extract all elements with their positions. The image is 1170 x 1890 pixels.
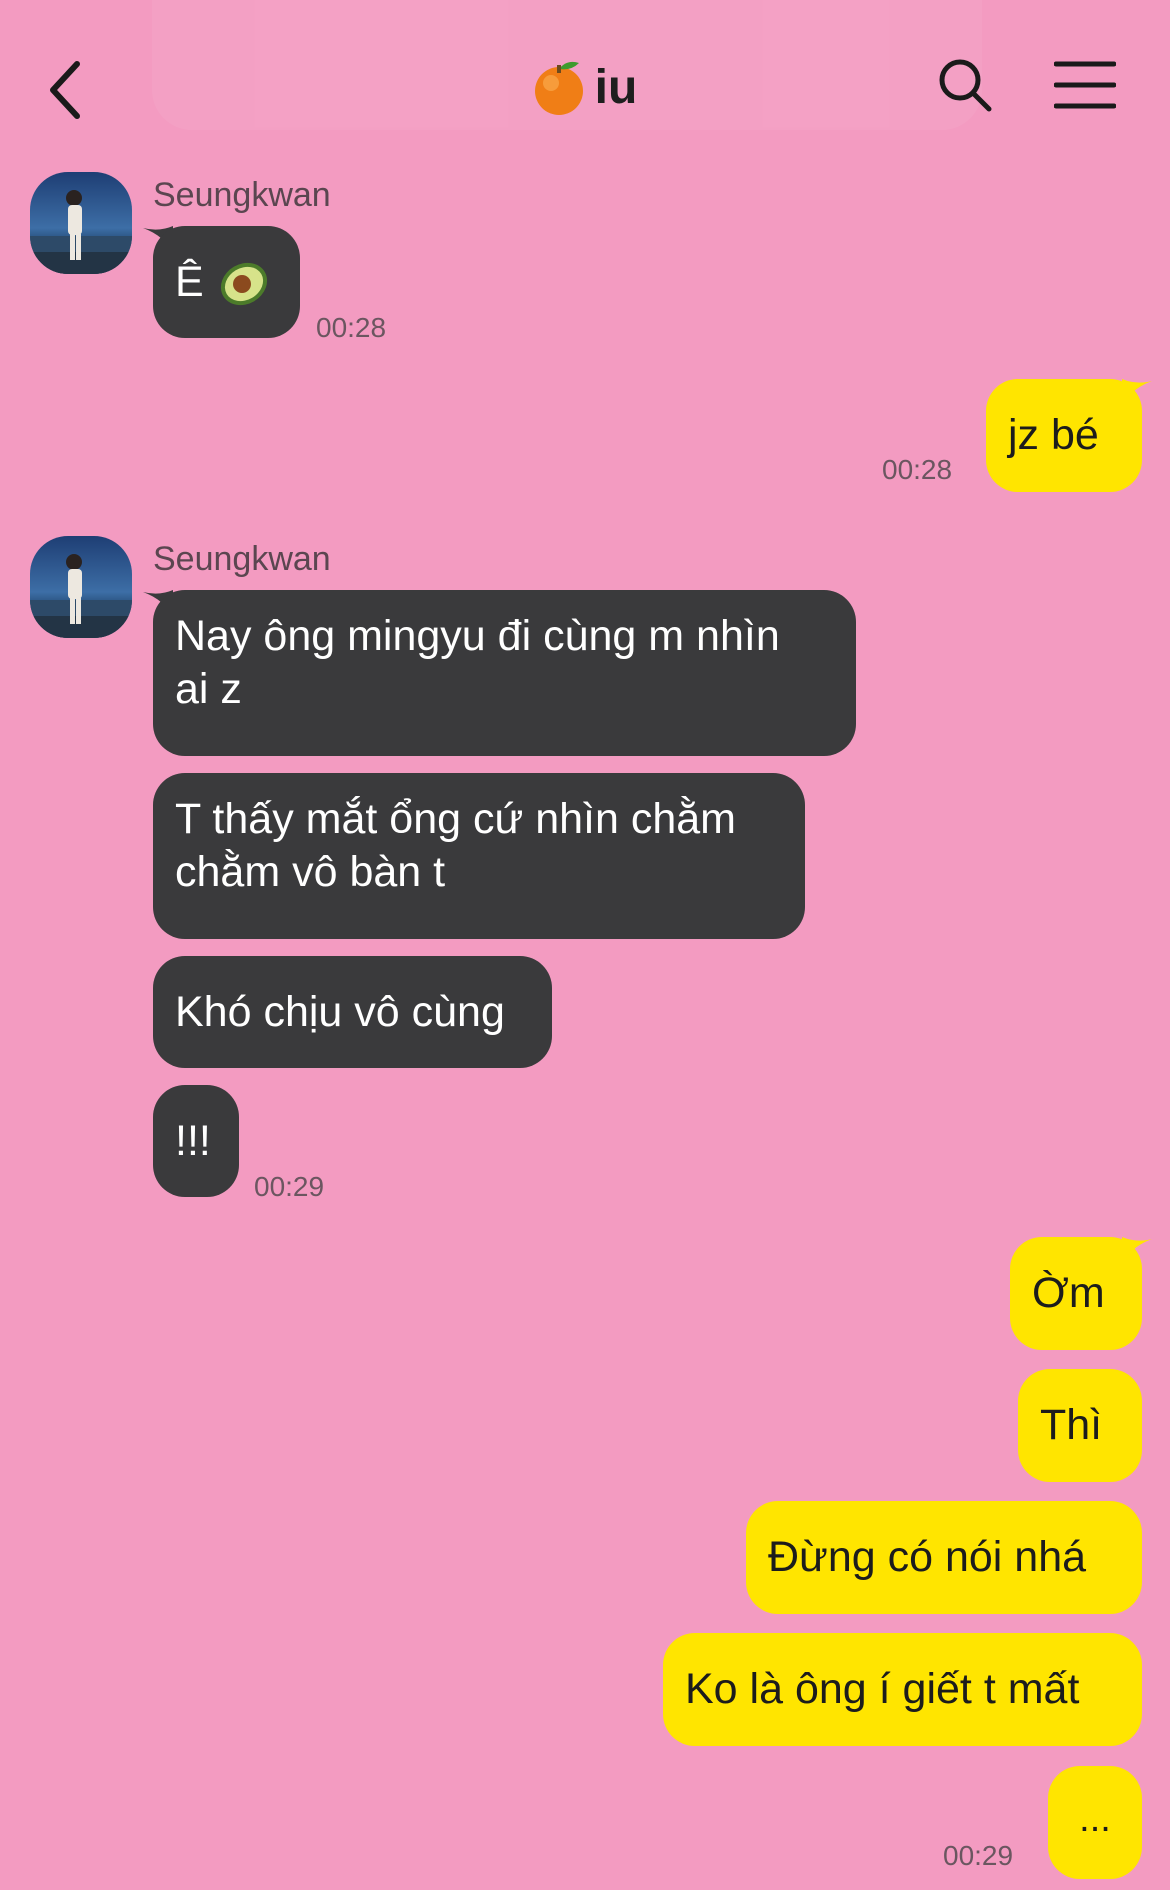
sender-name: Seungkwan — [153, 176, 331, 214]
message-text: Ko là ông í giết t mất — [685, 1665, 1080, 1713]
message-bubble[interactable]: Đừng có nói nhá — [746, 1501, 1142, 1614]
message-time: 00:28 — [316, 312, 387, 343]
bubble-tail — [1122, 379, 1152, 407]
message-text: Ờm — [1032, 1269, 1105, 1317]
message-bubble[interactable]: !!! — [153, 1085, 239, 1197]
message-text: !!! — [175, 1116, 211, 1165]
message-text: Đừng có nói nhá — [768, 1533, 1087, 1581]
message-text: Thì — [1040, 1401, 1103, 1449]
message-text: Ê — [175, 257, 204, 306]
message-text: ... — [1079, 1797, 1111, 1840]
bubble-tail — [1122, 1237, 1152, 1265]
orange-icon — [534, 61, 583, 115]
message-bubble[interactable]: Ê — [153, 226, 300, 338]
message-bubble[interactable]: ... — [1048, 1766, 1142, 1879]
menu-button[interactable] — [1050, 55, 1120, 115]
message-text-line: chằm vô bàn t — [175, 848, 446, 896]
message-bubble[interactable]: Ko là ông í giết t mất — [663, 1633, 1142, 1746]
sender-name: Seungkwan — [153, 540, 331, 578]
avatar-image — [30, 172, 132, 274]
chat-title-text: iu — [594, 60, 638, 114]
avatar-image — [30, 536, 132, 638]
message-bubble[interactable]: jz bé — [986, 379, 1142, 492]
message-bubble[interactable]: Khó chịu vô cùng — [153, 956, 552, 1068]
search-icon — [939, 59, 992, 112]
chat-header: iu — [0, 0, 1170, 175]
avocado-icon — [220, 262, 267, 306]
message-time: 00:28 — [882, 454, 953, 485]
avatar[interactable] — [30, 536, 132, 638]
message-bubble[interactable]: Thì — [1018, 1369, 1142, 1482]
search-button[interactable] — [930, 50, 1000, 120]
avatar[interactable] — [30, 172, 132, 274]
message-text-line: ai z — [175, 665, 242, 713]
message-text: jz bé — [1008, 411, 1099, 459]
message-time: 00:29 — [254, 1171, 325, 1202]
message-text-line: T thấy mắt ổng cứ nhìn chằm — [175, 795, 736, 843]
menu-icon — [1054, 61, 1116, 109]
message-time: 00:29 — [943, 1840, 1014, 1871]
message-bubble[interactable]: T thấy mắt ổng cứ nhìn chằm chằm vô bàn … — [153, 773, 805, 939]
message-bubble[interactable]: Nay ông mingyu đi cùng m nhìn ai z — [153, 590, 856, 756]
message-text-line: Nay ông mingyu đi cùng m nhìn — [175, 612, 780, 660]
message-text: Khó chịu vô cùng — [175, 987, 505, 1036]
